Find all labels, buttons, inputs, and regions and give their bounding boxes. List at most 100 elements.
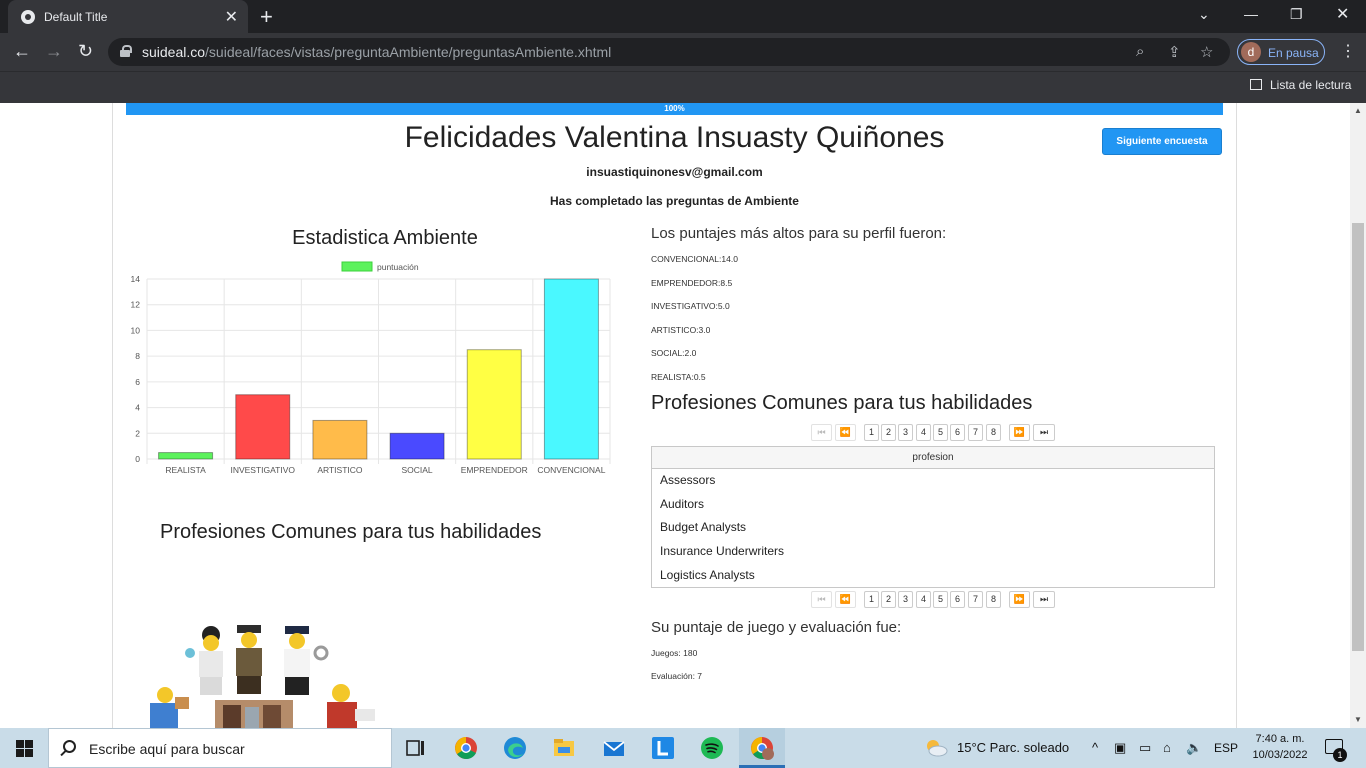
page-button-3[interactable]: 3 — [898, 424, 913, 441]
lego-figures-image — [150, 625, 375, 728]
profile-button[interactable]: d En pausa — [1237, 39, 1325, 65]
zoom-icon[interactable]: ⌕ — [1136, 43, 1144, 60]
browser-tab[interactable]: Default Title ✕ — [8, 0, 248, 33]
x-tick-label: REALISTA — [165, 465, 206, 475]
next-page-button[interactable]: ⏩ — [1009, 424, 1030, 441]
tab-search-icon[interactable]: ⌄ — [1198, 6, 1210, 23]
clock-date: 10/03/2022 — [1252, 749, 1308, 761]
page-button-3[interactable]: 3 — [898, 591, 913, 608]
forward-icon[interactable]: → — [45, 41, 63, 62]
page-title: Felicidades Valentina Insuasty Quiñones — [404, 121, 945, 154]
file-explorer-icon[interactable] — [552, 736, 576, 760]
url-text[interactable]: suideal.co/suideal/faces/vistas/pregunta… — [142, 44, 611, 60]
x-tick-label: SOCIAL — [401, 465, 432, 475]
next-page-button[interactable]: ⏩ — [1009, 591, 1030, 608]
score-item: ARTISTICO:3.0 — [651, 325, 711, 335]
bar — [389, 432, 445, 460]
game-score-heading: Su puntaje de juego y evaluación fue: — [651, 619, 902, 636]
table-row[interactable]: Logistics Analysts — [652, 564, 1214, 588]
scroll-down-icon[interactable]: ▼ — [1354, 715, 1362, 724]
legend-label: puntuación — [377, 262, 419, 272]
weather-icon[interactable] — [924, 737, 948, 759]
table-row[interactable]: Insurance Underwriters — [652, 540, 1214, 564]
first-page-button[interactable]: ⏮ — [811, 424, 832, 441]
page-button-8[interactable]: 8 — [986, 591, 1001, 608]
page-button-5[interactable]: 5 — [933, 591, 948, 608]
tray-chevron-icon[interactable]: ^ — [1092, 740, 1098, 755]
next-survey-button[interactable]: Siguiente encuesta — [1102, 128, 1222, 155]
scroll-up-icon[interactable]: ▲ — [1354, 106, 1362, 115]
spotify-icon[interactable] — [700, 736, 724, 760]
y-tick-label: 0 — [135, 454, 140, 464]
table-row[interactable]: Budget Analysts — [652, 516, 1214, 540]
page-scrollbar[interactable]: ▲ ▼ — [1350, 103, 1366, 728]
professions-table: profesion Assessors Auditors Budget Anal… — [651, 446, 1215, 588]
weather-text[interactable]: 15°C Parc. soleado — [957, 740, 1069, 755]
chrome-profile-icon[interactable] — [750, 736, 774, 760]
page-button-1[interactable]: 1 — [864, 424, 879, 441]
lock-icon — [120, 45, 132, 57]
new-tab-icon[interactable]: + — [260, 4, 273, 30]
page-button-8[interactable]: 8 — [986, 424, 1001, 441]
page-button-7[interactable]: 7 — [968, 424, 983, 441]
last-page-button[interactable]: ⏭ — [1033, 591, 1055, 608]
bar — [466, 349, 522, 460]
page-button-4[interactable]: 4 — [916, 424, 931, 441]
table-row[interactable]: Auditors — [652, 493, 1214, 517]
tab-close-icon[interactable]: ✕ — [225, 7, 238, 27]
reload-icon[interactable]: ↻ — [78, 41, 93, 62]
back-icon[interactable]: ← — [13, 41, 31, 62]
page-button-6[interactable]: 6 — [950, 591, 965, 608]
progress-bar: 100% — [126, 103, 1223, 115]
page-button-2[interactable]: 2 — [881, 424, 896, 441]
bookmarks-bar: Lista de lectura — [0, 71, 1366, 103]
x-tick-label: ARTISTICO — [317, 465, 363, 475]
page-button-6[interactable]: 6 — [950, 424, 965, 441]
windows-start-icon[interactable] — [16, 740, 33, 757]
page-button-7[interactable]: 7 — [968, 591, 983, 608]
l-app-icon[interactable] — [651, 736, 675, 760]
chart-title: Estadistica Ambiente — [292, 227, 478, 249]
last-page-button[interactable]: ⏭ — [1033, 424, 1055, 441]
evaluation-score: Evaluación: 7 — [651, 671, 703, 681]
page-button-4[interactable]: 4 — [916, 591, 931, 608]
bar — [312, 419, 368, 460]
network-icon[interactable]: ⌂ — [1163, 740, 1171, 755]
page-button-5[interactable]: 5 — [933, 424, 948, 441]
meet-now-icon[interactable]: ▣ — [1114, 740, 1126, 756]
search-placeholder: Escribe aquí para buscar — [89, 741, 245, 757]
volume-icon[interactable]: 🔈 — [1186, 740, 1202, 756]
prev-page-button[interactable]: ⏪ — [835, 591, 856, 608]
window-close-icon[interactable]: ✕ — [1336, 4, 1349, 24]
bar — [235, 394, 291, 460]
prev-page-button[interactable]: ⏪ — [835, 424, 856, 441]
taskbar-search-box[interactable]: Escribe aquí para buscar — [48, 728, 392, 768]
bookmark-star-icon[interactable]: ☆ — [1200, 43, 1213, 61]
share-icon[interactable]: ⇪ — [1168, 43, 1181, 61]
minimize-icon[interactable]: — — [1244, 6, 1258, 22]
edge-icon[interactable] — [503, 736, 527, 760]
notification-count-badge: 1 — [1333, 748, 1347, 762]
mail-icon[interactable] — [602, 736, 626, 760]
taskbar-clock[interactable]: 7:40 a. m. 10/03/2022 — [1244, 731, 1316, 763]
bar — [543, 278, 599, 460]
scores-heading: Los puntajes más altos para su perfil fu… — [651, 225, 947, 242]
first-page-button[interactable]: ⏮ — [811, 591, 832, 608]
page-button-2[interactable]: 2 — [881, 591, 896, 608]
chrome-icon[interactable] — [454, 736, 478, 760]
y-tick-label: 6 — [135, 377, 140, 387]
browser-menu-icon[interactable]: ⋮ — [1340, 41, 1356, 61]
table-row[interactable]: Assessors — [652, 469, 1214, 493]
language-indicator[interactable]: ESP — [1214, 741, 1238, 755]
task-view-icon[interactable] — [404, 736, 428, 760]
scrollbar-thumb[interactable] — [1352, 223, 1364, 651]
clock-time: 7:40 a. m. — [1255, 733, 1305, 745]
page-viewport: 100% Felicidades Valentina Insuasty Quiñ… — [0, 103, 1366, 728]
game-score: Juegos: 180 — [651, 648, 698, 658]
restore-icon[interactable]: ❐ — [1290, 6, 1303, 23]
page-button-1[interactable]: 1 — [864, 591, 879, 608]
address-bar[interactable]: suideal.co/suideal/faces/vistas/pregunta… — [108, 38, 1230, 66]
battery-icon[interactable]: ▭ — [1139, 740, 1151, 756]
reading-list-button[interactable]: Lista de lectura — [1250, 78, 1351, 92]
table-header-profesion[interactable]: profesion — [652, 447, 1214, 469]
